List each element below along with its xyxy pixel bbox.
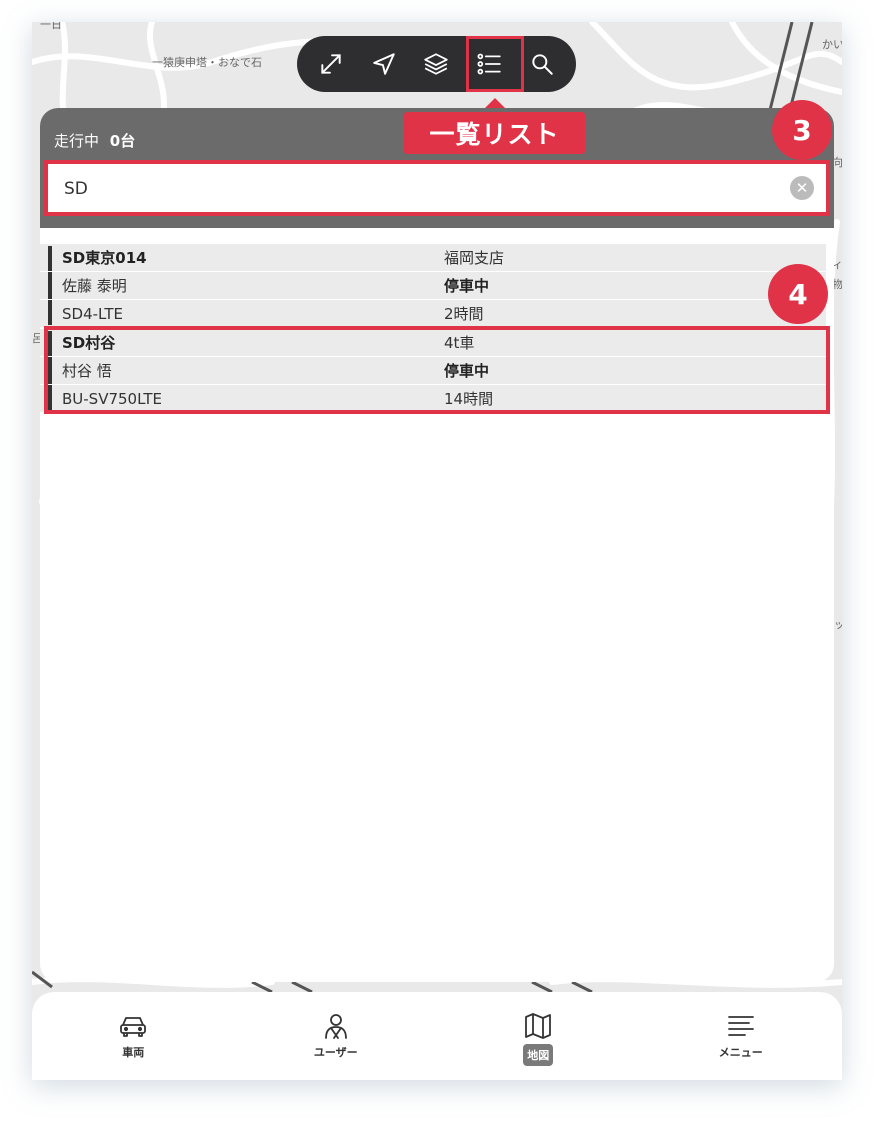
status-count: 0台: [109, 132, 136, 150]
tab-label: 車両: [122, 1046, 145, 1059]
search-icon: [532, 54, 553, 75]
map-label: 一日: [40, 22, 62, 31]
list-button-highlight: [466, 36, 524, 92]
search-box: ✕: [44, 160, 830, 216]
map-label: ッ: [834, 618, 842, 631]
tab-menu[interactable]: メニュー: [640, 992, 843, 1080]
list-item[interactable]: SD東京014 福岡支店 佐藤 泰明 停車中 SD4-LTE 2時間: [40, 244, 826, 327]
layers-icon: [424, 53, 449, 75]
running-status: 走行中 0台: [54, 130, 135, 151]
step-badge-4: 4: [768, 264, 828, 324]
expand-icon: [321, 54, 341, 74]
step-badge-3: 3: [772, 100, 832, 160]
user-icon: [324, 1014, 347, 1039]
selected-item-highlight: [44, 326, 830, 414]
search-input[interactable]: [62, 172, 766, 206]
tab-label: メニュー: [718, 1046, 763, 1059]
map-icon: [525, 1013, 552, 1039]
map-toolbar: [297, 36, 576, 92]
tab-vehicles[interactable]: 車両: [32, 992, 235, 1080]
navigation-button[interactable]: [362, 42, 406, 86]
search-button[interactable]: [520, 42, 564, 86]
vehicle-branch: 福岡支店: [444, 249, 505, 267]
vehicle-status: 停車中: [444, 277, 490, 295]
clear-icon[interactable]: ✕: [790, 176, 814, 200]
driver-name: 佐藤 泰明: [62, 277, 127, 295]
list-callout-label: 一覧リスト: [404, 112, 585, 154]
layers-button[interactable]: [414, 42, 458, 86]
tab-map[interactable]: 地図: [437, 992, 640, 1080]
vehicle-name: SD東京014: [62, 249, 147, 267]
stop-duration: 2時間: [444, 305, 484, 323]
tab-label: 地図: [523, 1044, 554, 1066]
expand-button[interactable]: [309, 42, 353, 86]
device-model: SD4-LTE: [62, 304, 123, 323]
vehicle-list-panel: 走行中 0台 ✕ SD東京014 福岡支店 佐藤 泰明 停車中: [40, 108, 834, 982]
map-label: かい: [822, 38, 842, 51]
navigation-icon: [373, 53, 395, 75]
car-icon: [120, 1017, 147, 1037]
bottom-tab-bar: 車両 ユーザー 地図 メニュー: [32, 992, 842, 1080]
tab-users[interactable]: ユーザー: [235, 992, 438, 1080]
tab-label: ユーザー: [313, 1046, 358, 1059]
status-label: 走行中: [54, 132, 100, 150]
app-screen: 一猿庚申塔・おなで石 一日 かい ィ 物 向 呂 ッ 走行中 0台 SD ✕ S…: [32, 22, 842, 1080]
menu-icon: [727, 1016, 754, 1036]
map-label: 一猿庚申塔・おなで石: [152, 55, 262, 69]
